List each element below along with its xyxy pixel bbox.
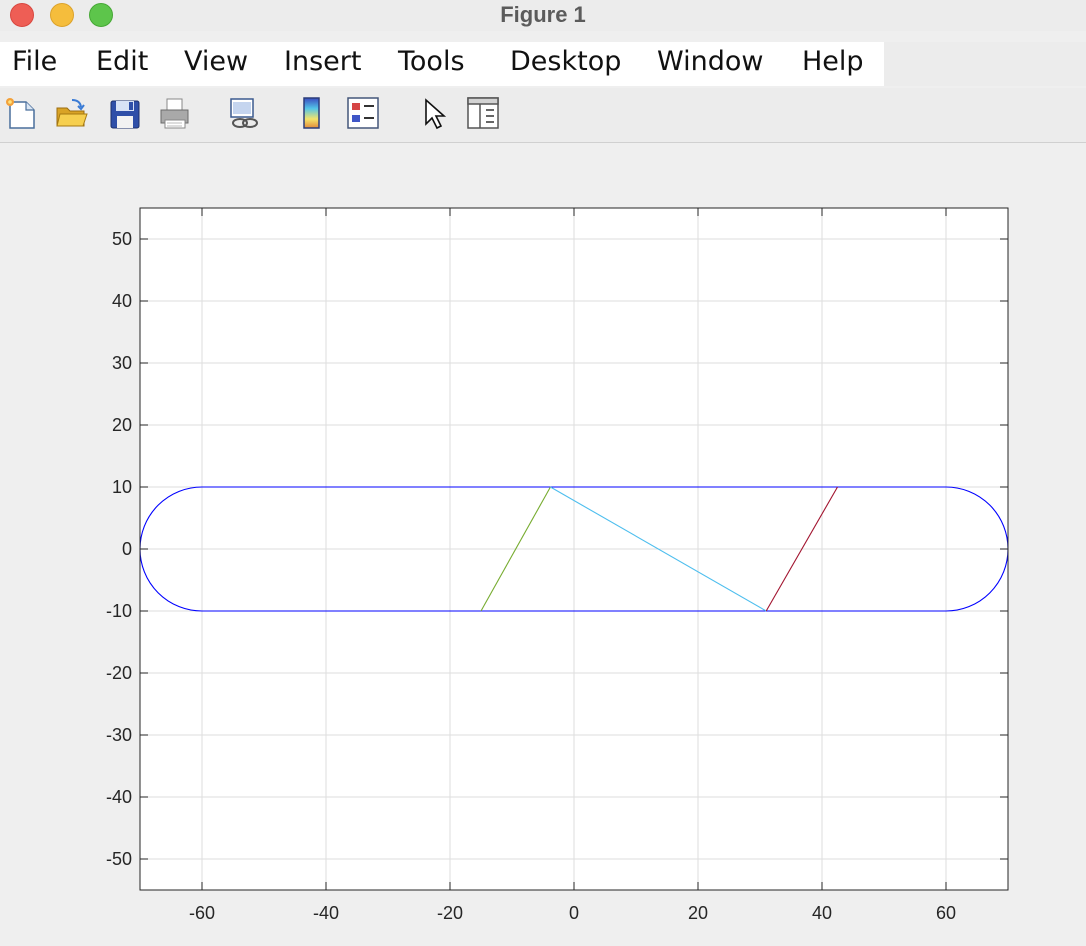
y-tick-label: 20 bbox=[112, 415, 132, 435]
plot-area: -60 -40 -20 0 20 40 60 50 40 30 20 10 0 -10 -20 -30 -40… bbox=[106, 207, 1009, 923]
x-tick-label: -40 bbox=[313, 903, 339, 923]
y-tick-label: 50 bbox=[112, 229, 132, 249]
y-tick-label: -30 bbox=[106, 725, 132, 745]
x-tick-label: 0 bbox=[569, 903, 579, 923]
x-tick-labels: -60 -40 -20 0 20 40 60 bbox=[189, 903, 956, 923]
y-tick-label: -50 bbox=[106, 849, 132, 869]
y-tick-label: -10 bbox=[106, 601, 132, 621]
y-tick-label: 40 bbox=[112, 291, 132, 311]
y-tick-label: 0 bbox=[122, 539, 132, 559]
x-tick-label: 60 bbox=[936, 903, 956, 923]
y-tick-labels: 50 40 30 20 10 0 -10 -20 -30 -40 -50 bbox=[106, 229, 132, 869]
x-tick-label: 20 bbox=[688, 903, 708, 923]
x-tick-label: -20 bbox=[437, 903, 463, 923]
y-tick-label: -40 bbox=[106, 787, 132, 807]
y-tick-label: 10 bbox=[112, 477, 132, 497]
y-tick-label: -20 bbox=[106, 663, 132, 683]
x-tick-label: 40 bbox=[812, 903, 832, 923]
x-tick-label: -60 bbox=[189, 903, 215, 923]
y-tick-label: 30 bbox=[112, 353, 132, 373]
